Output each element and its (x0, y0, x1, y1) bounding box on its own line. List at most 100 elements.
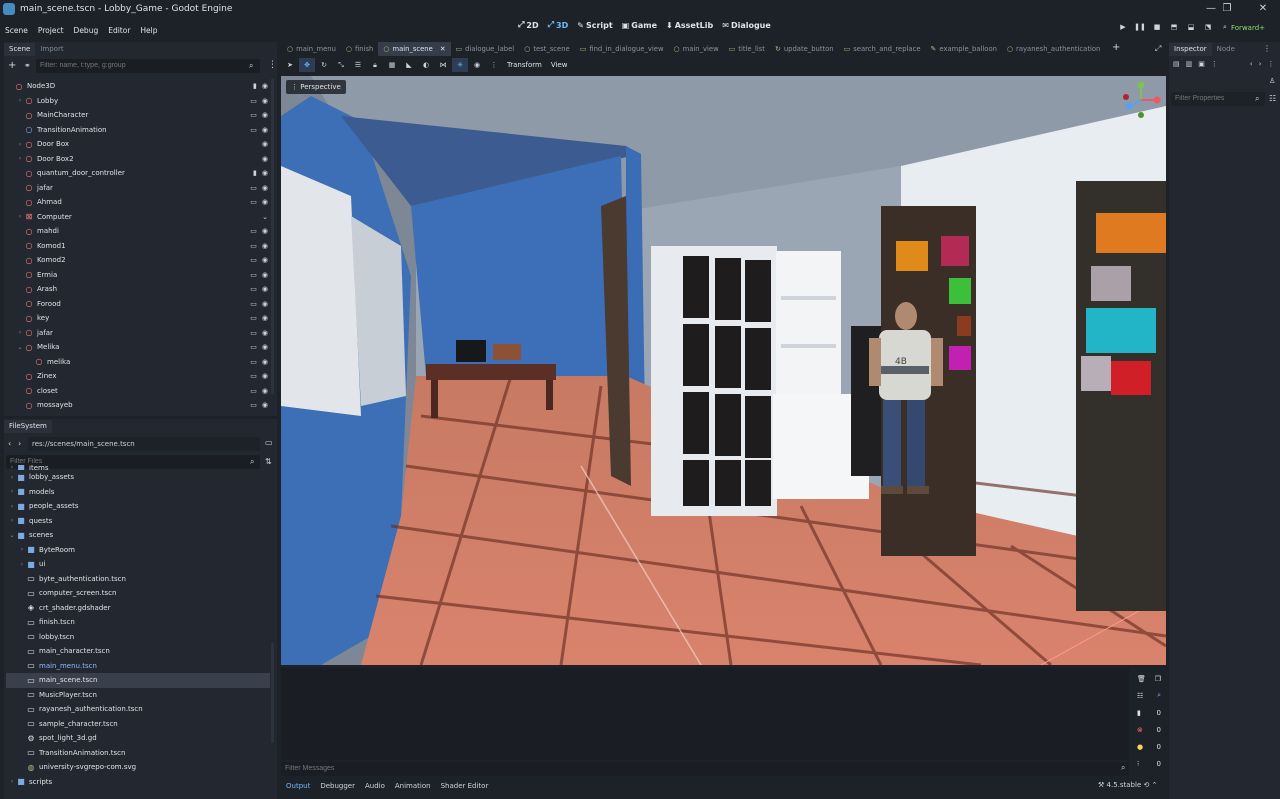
film-icon[interactable]: ▭ (250, 387, 257, 395)
bottom-tab-shader-editor[interactable]: Shader Editor (436, 782, 494, 790)
film-icon[interactable]: ▭ (250, 242, 257, 250)
visibility-icon[interactable]: ◉ (262, 169, 268, 177)
new-resource-icon[interactable]: ▤ (1173, 60, 1180, 68)
scene-tab[interactable]: ○ main_menu (282, 42, 341, 56)
visibility-icon[interactable]: ◉ (262, 358, 268, 366)
visibility-icon[interactable]: ◉ (262, 227, 268, 235)
filter-messages-input[interactable] (281, 762, 1129, 776)
filter-messages-toggle[interactable]: ▮ 0 (1133, 704, 1165, 721)
scene-node[interactable]: › ○ jafar ▭ ◉ (6, 326, 272, 341)
scene-node[interactable]: ○ Komod2 ▭ ◉ (6, 253, 272, 268)
expand-arrow-icon[interactable]: › (8, 517, 16, 524)
film-icon[interactable]: ▭ (250, 97, 257, 105)
visibility-icon[interactable]: ◉ (262, 198, 268, 206)
menu-editor[interactable]: Editor (103, 26, 135, 35)
scene-tab[interactable]: ↻ update_button (770, 42, 839, 56)
visibility-icon[interactable]: ◉ (262, 155, 268, 163)
scene-node[interactable]: › ○ Lobby ▭ ◉ (6, 94, 272, 109)
clear-output-icon[interactable]: 🗑︎ (1137, 675, 1146, 683)
film-icon[interactable]: ▭ (250, 126, 257, 134)
properties-menu-icon[interactable]: ☷ (1269, 94, 1276, 103)
scene-node[interactable]: ○ Ermia ▭ ◉ (6, 268, 272, 283)
film-icon[interactable]: ▭ (250, 271, 257, 279)
file-item[interactable]: ▭ sample_character.tscn (6, 717, 270, 732)
file-item[interactable]: ▭ main_character.tscn (6, 644, 270, 659)
forward-icon[interactable]: › (18, 439, 21, 448)
open-resource-icon[interactable]: ▥ (1186, 60, 1193, 68)
expand-arrow-icon[interactable]: › (8, 778, 16, 785)
scene-node[interactable]: ○ Ahmad ▭ ◉ (6, 195, 272, 210)
visibility-icon[interactable]: ◉ (262, 343, 268, 351)
snap-icon[interactable]: ⋈ (435, 58, 451, 72)
scene-node[interactable]: ○ mossayeb ▭ ◉ (6, 398, 272, 413)
expand-arrow-icon[interactable]: › (16, 141, 24, 148)
menu-debug[interactable]: Debug (69, 26, 104, 35)
scene-tab[interactable]: ▭ find_in_dialogue_view (575, 42, 669, 56)
film-icon[interactable]: ▭ (250, 329, 257, 337)
file-item[interactable]: ▭ main_menu.tscn (6, 659, 270, 674)
more-icon[interactable]: ⋮ (486, 58, 502, 72)
expand-arrow-icon[interactable]: › (18, 546, 26, 553)
back-icon[interactable]: ‹ (8, 439, 11, 448)
film-icon[interactable]: ▭ (250, 256, 257, 264)
scene-node[interactable]: ○ key ▭ ◉ (6, 311, 272, 326)
split-view-icon[interactable]: ▭ (265, 438, 273, 447)
file-item[interactable]: ▭ rayanesh_authentication.tscn (6, 702, 270, 717)
file-item[interactable]: ▭ MusicPlayer.tscn (6, 688, 270, 703)
add-scene-tab-icon[interactable]: + (1112, 42, 1120, 53)
scene-tab[interactable]: ▭ search_and_replace (839, 42, 926, 56)
visibility-icon[interactable]: ◉ (262, 140, 268, 148)
tab-node[interactable]: Node (1212, 43, 1240, 56)
bottom-tab-debugger[interactable]: Debugger (315, 782, 360, 790)
film-icon[interactable]: ▭ (250, 314, 257, 322)
folder-item[interactable]: › ■ scripts (6, 775, 270, 790)
menu-help[interactable]: Help (135, 26, 162, 35)
renderer-selector[interactable]: Forward+ (1231, 24, 1265, 32)
scene-node[interactable]: ⌄ ○ Melika ▭ ◉ (6, 340, 272, 355)
visibility-icon[interactable]: ◉ (262, 401, 268, 409)
expand-arrow-icon[interactable]: › (16, 329, 24, 336)
film-icon[interactable]: ▭ (250, 300, 257, 308)
scene-node[interactable]: › ○ Door Box2 ◉ (6, 152, 272, 167)
history-icon[interactable]: ⟲ (1141, 781, 1151, 789)
collapse-icon[interactable]: ☷ (1137, 692, 1143, 700)
scene-tab[interactable]: ▭ title_list (724, 42, 770, 56)
resource-menu-icon[interactable]: ⋮ (1211, 60, 1218, 68)
play-scene-icon[interactable]: ⬓ (1184, 20, 1198, 34)
output-log[interactable] (281, 668, 1129, 760)
environment-icon[interactable]: ◉ (469, 58, 485, 72)
folder-item[interactable]: ⌄ ■ scenes (6, 528, 270, 543)
film-icon[interactable]: ▭ (250, 111, 257, 119)
tab-import[interactable]: Import (35, 43, 68, 56)
file-item[interactable]: ▭ computer_screen.tscn (6, 586, 270, 601)
folder-item[interactable]: › ■ ui (6, 557, 270, 572)
search-toggle-icon[interactable]: ⌕ (1157, 691, 1161, 700)
visibility-icon[interactable]: ◉ (262, 314, 268, 322)
visibility-icon[interactable]: ◉ (262, 387, 268, 395)
file-item[interactable]: ⚙ spot_light_3d.gd (6, 731, 270, 746)
scene-node[interactable]: ○ Arash ▭ ◉ (6, 282, 272, 297)
film-icon[interactable]: ▭ (250, 184, 257, 192)
tab-filesystem[interactable]: FileSystem (4, 420, 52, 433)
kebab-menu-icon[interactable]: ⋮ (1263, 44, 1271, 53)
play-icon[interactable]: ▶ (1116, 20, 1130, 34)
script-icon[interactable]: ▮ (253, 169, 257, 177)
object-icon[interactable]: ♙ (1269, 77, 1275, 85)
scene-node[interactable]: ○ Komod1 ▭ ◉ (6, 239, 272, 254)
expand-arrow-icon[interactable]: › (18, 561, 26, 568)
file-item[interactable]: ▭ main_scene.tscn (6, 673, 270, 688)
filter-errors-toggle[interactable]: ⊗ 0 (1133, 721, 1165, 738)
scene-filter-input[interactable] (36, 59, 260, 73)
visibility-icon[interactable]: ◉ (262, 111, 268, 119)
mode-2d[interactable]: ⤢ 2D (518, 20, 539, 30)
file-item[interactable]: ▭ lobby.tscn (6, 630, 270, 645)
scene-tab[interactable]: ○ test_scene (519, 42, 575, 56)
scene-tree-scrollbar[interactable] (271, 79, 274, 394)
transform-menu[interactable]: Transform (503, 61, 546, 69)
folder-item[interactable]: › ■ people_assets (6, 499, 270, 514)
lock-icon[interactable]: 🔒︎ (367, 58, 383, 72)
tab-scene[interactable]: Scene (4, 43, 36, 56)
local-space-icon[interactable]: ◐ (418, 58, 434, 72)
expand-arrow-icon[interactable]: › (16, 155, 24, 162)
filter-info-toggle[interactable]: ⁝ 0 (1133, 755, 1165, 772)
